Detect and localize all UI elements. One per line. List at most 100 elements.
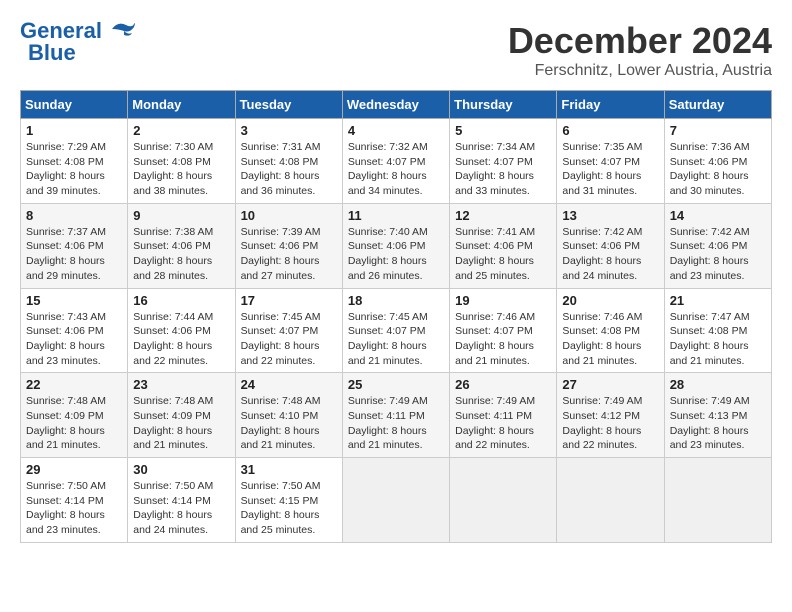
calendar-cell (664, 458, 771, 543)
calendar-cell: 25 Sunrise: 7:49 AM Sunset: 4:11 PM Dayl… (342, 373, 449, 458)
day-number: 12 (455, 208, 551, 223)
day-number: 13 (562, 208, 658, 223)
day-number: 19 (455, 293, 551, 308)
day-number: 31 (241, 462, 337, 477)
column-header-saturday: Saturday (664, 91, 771, 119)
day-info: Sunrise: 7:40 AM Sunset: 4:06 PM Dayligh… (348, 226, 428, 282)
calendar-cell (342, 458, 449, 543)
day-info: Sunrise: 7:39 AM Sunset: 4:06 PM Dayligh… (241, 226, 321, 282)
calendar-cell: 15 Sunrise: 7:43 AM Sunset: 4:06 PM Dayl… (21, 288, 128, 373)
day-info: Sunrise: 7:48 AM Sunset: 4:09 PM Dayligh… (26, 395, 106, 451)
day-number: 25 (348, 377, 444, 392)
day-number: 5 (455, 123, 551, 138)
day-number: 6 (562, 123, 658, 138)
day-number: 10 (241, 208, 337, 223)
calendar-cell: 21 Sunrise: 7:47 AM Sunset: 4:08 PM Dayl… (664, 288, 771, 373)
month-title: December 2024 (508, 20, 772, 62)
day-info: Sunrise: 7:49 AM Sunset: 4:11 PM Dayligh… (455, 395, 535, 451)
calendar-header-row: SundayMondayTuesdayWednesdayThursdayFrid… (21, 91, 772, 119)
day-info: Sunrise: 7:43 AM Sunset: 4:06 PM Dayligh… (26, 311, 106, 367)
day-number: 22 (26, 377, 122, 392)
day-number: 28 (670, 377, 766, 392)
calendar-cell: 6 Sunrise: 7:35 AM Sunset: 4:07 PM Dayli… (557, 119, 664, 204)
day-info: Sunrise: 7:46 AM Sunset: 4:08 PM Dayligh… (562, 311, 642, 367)
day-info: Sunrise: 7:32 AM Sunset: 4:07 PM Dayligh… (348, 141, 428, 197)
calendar-cell: 4 Sunrise: 7:32 AM Sunset: 4:07 PM Dayli… (342, 119, 449, 204)
day-number: 20 (562, 293, 658, 308)
day-number: 17 (241, 293, 337, 308)
logo-text: General (20, 20, 102, 42)
day-number: 1 (26, 123, 122, 138)
day-info: Sunrise: 7:29 AM Sunset: 4:08 PM Dayligh… (26, 141, 106, 197)
calendar-cell: 29 Sunrise: 7:50 AM Sunset: 4:14 PM Dayl… (21, 458, 128, 543)
day-number: 7 (670, 123, 766, 138)
day-number: 2 (133, 123, 229, 138)
calendar-cell: 28 Sunrise: 7:49 AM Sunset: 4:13 PM Dayl… (664, 373, 771, 458)
column-header-tuesday: Tuesday (235, 91, 342, 119)
day-number: 23 (133, 377, 229, 392)
column-header-monday: Monday (128, 91, 235, 119)
calendar-week-row: 15 Sunrise: 7:43 AM Sunset: 4:06 PM Dayl… (21, 288, 772, 373)
logo: General Blue (20, 20, 136, 64)
calendar-cell: 23 Sunrise: 7:48 AM Sunset: 4:09 PM Dayl… (128, 373, 235, 458)
calendar-cell: 19 Sunrise: 7:46 AM Sunset: 4:07 PM Dayl… (450, 288, 557, 373)
calendar-week-row: 1 Sunrise: 7:29 AM Sunset: 4:08 PM Dayli… (21, 119, 772, 204)
day-number: 26 (455, 377, 551, 392)
day-number: 9 (133, 208, 229, 223)
calendar-cell (557, 458, 664, 543)
day-info: Sunrise: 7:31 AM Sunset: 4:08 PM Dayligh… (241, 141, 321, 197)
day-info: Sunrise: 7:45 AM Sunset: 4:07 PM Dayligh… (241, 311, 321, 367)
day-info: Sunrise: 7:50 AM Sunset: 4:14 PM Dayligh… (133, 480, 213, 536)
page-header: General Blue December 2024 Ferschnitz, L… (20, 20, 772, 80)
calendar-cell: 10 Sunrise: 7:39 AM Sunset: 4:06 PM Dayl… (235, 203, 342, 288)
day-number: 14 (670, 208, 766, 223)
day-number: 8 (26, 208, 122, 223)
calendar-cell: 11 Sunrise: 7:40 AM Sunset: 4:06 PM Dayl… (342, 203, 449, 288)
calendar-cell: 7 Sunrise: 7:36 AM Sunset: 4:06 PM Dayli… (664, 119, 771, 204)
day-info: Sunrise: 7:36 AM Sunset: 4:06 PM Dayligh… (670, 141, 750, 197)
calendar-cell: 26 Sunrise: 7:49 AM Sunset: 4:11 PM Dayl… (450, 373, 557, 458)
day-info: Sunrise: 7:50 AM Sunset: 4:14 PM Dayligh… (26, 480, 106, 536)
calendar-cell: 8 Sunrise: 7:37 AM Sunset: 4:06 PM Dayli… (21, 203, 128, 288)
day-info: Sunrise: 7:49 AM Sunset: 4:11 PM Dayligh… (348, 395, 428, 451)
day-number: 29 (26, 462, 122, 477)
calendar-cell: 3 Sunrise: 7:31 AM Sunset: 4:08 PM Dayli… (235, 119, 342, 204)
calendar-cell: 14 Sunrise: 7:42 AM Sunset: 4:06 PM Dayl… (664, 203, 771, 288)
calendar-cell: 13 Sunrise: 7:42 AM Sunset: 4:06 PM Dayl… (557, 203, 664, 288)
day-info: Sunrise: 7:50 AM Sunset: 4:15 PM Dayligh… (241, 480, 321, 536)
day-info: Sunrise: 7:48 AM Sunset: 4:10 PM Dayligh… (241, 395, 321, 451)
calendar-week-row: 8 Sunrise: 7:37 AM Sunset: 4:06 PM Dayli… (21, 203, 772, 288)
day-info: Sunrise: 7:49 AM Sunset: 4:13 PM Dayligh… (670, 395, 750, 451)
calendar-week-row: 29 Sunrise: 7:50 AM Sunset: 4:14 PM Dayl… (21, 458, 772, 543)
day-number: 15 (26, 293, 122, 308)
column-header-friday: Friday (557, 91, 664, 119)
logo-blue: Blue (28, 42, 76, 64)
calendar-cell: 24 Sunrise: 7:48 AM Sunset: 4:10 PM Dayl… (235, 373, 342, 458)
day-number: 24 (241, 377, 337, 392)
day-info: Sunrise: 7:37 AM Sunset: 4:06 PM Dayligh… (26, 226, 106, 282)
day-info: Sunrise: 7:38 AM Sunset: 4:06 PM Dayligh… (133, 226, 213, 282)
day-number: 3 (241, 123, 337, 138)
day-number: 30 (133, 462, 229, 477)
calendar-cell: 12 Sunrise: 7:41 AM Sunset: 4:06 PM Dayl… (450, 203, 557, 288)
location-title: Ferschnitz, Lower Austria, Austria (508, 62, 772, 80)
day-number: 27 (562, 377, 658, 392)
day-number: 11 (348, 208, 444, 223)
calendar-cell: 27 Sunrise: 7:49 AM Sunset: 4:12 PM Dayl… (557, 373, 664, 458)
column-header-thursday: Thursday (450, 91, 557, 119)
column-header-wednesday: Wednesday (342, 91, 449, 119)
calendar-cell: 9 Sunrise: 7:38 AM Sunset: 4:06 PM Dayli… (128, 203, 235, 288)
calendar-cell: 16 Sunrise: 7:44 AM Sunset: 4:06 PM Dayl… (128, 288, 235, 373)
day-info: Sunrise: 7:42 AM Sunset: 4:06 PM Dayligh… (562, 226, 642, 282)
day-info: Sunrise: 7:30 AM Sunset: 4:08 PM Dayligh… (133, 141, 213, 197)
day-number: 18 (348, 293, 444, 308)
title-area: December 2024 Ferschnitz, Lower Austria,… (508, 20, 772, 80)
day-info: Sunrise: 7:46 AM Sunset: 4:07 PM Dayligh… (455, 311, 535, 367)
column-header-sunday: Sunday (21, 91, 128, 119)
calendar-cell (450, 458, 557, 543)
day-info: Sunrise: 7:48 AM Sunset: 4:09 PM Dayligh… (133, 395, 213, 451)
day-number: 4 (348, 123, 444, 138)
calendar-cell: 31 Sunrise: 7:50 AM Sunset: 4:15 PM Dayl… (235, 458, 342, 543)
day-info: Sunrise: 7:35 AM Sunset: 4:07 PM Dayligh… (562, 141, 642, 197)
calendar-cell: 17 Sunrise: 7:45 AM Sunset: 4:07 PM Dayl… (235, 288, 342, 373)
